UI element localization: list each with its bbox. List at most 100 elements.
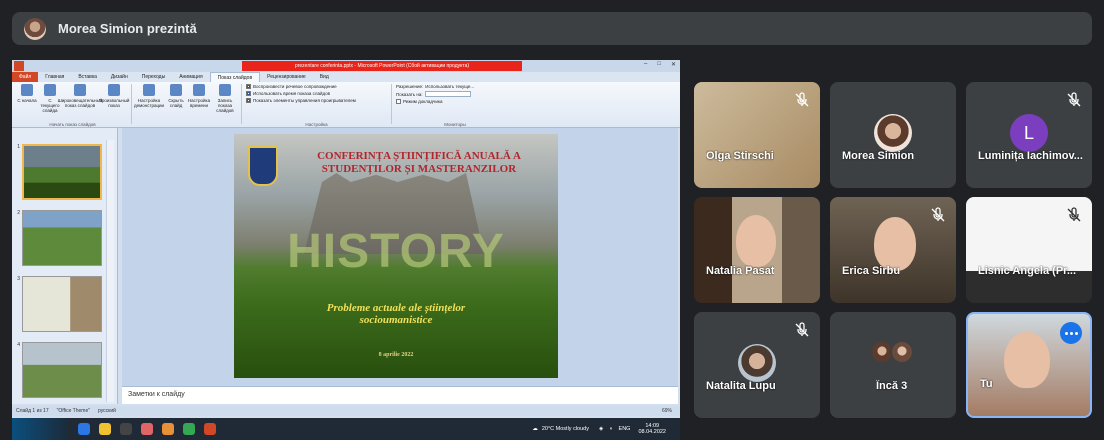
slide-date: 8 aprilie 2022 <box>378 352 414 358</box>
setup-show-button[interactable]: Настройка демонстрации <box>134 84 164 124</box>
checkbox-icon <box>246 84 251 89</box>
slide-thumbnail[interactable]: 1 <box>12 144 117 204</box>
search-box[interactable] <box>12 418 68 440</box>
participant-tile[interactable]: Erica Sirbu <box>830 197 956 303</box>
thumb-image <box>22 144 102 200</box>
slides-scrollbar[interactable] <box>106 140 114 402</box>
pp-ribbon-tabs: Файл Главная Вставка Дизайн Переходы Ани… <box>12 72 680 82</box>
close-icon[interactable]: ✕ <box>110 130 114 136</box>
tray-lang[interactable]: ENG <box>619 426 631 432</box>
participant-name: Natalia Pasat <box>706 265 775 277</box>
avatar <box>738 344 776 382</box>
tab-review[interactable]: Рецензирование <box>260 74 313 80</box>
slide-title: CONFERINȚA ȘTIINȚIFICĂ ANUALĂ A STUDENȚI… <box>317 150 521 175</box>
hide-slide-button[interactable]: Скрыть слайд <box>166 84 186 124</box>
powerpoint-icon[interactable] <box>204 423 216 435</box>
participant-face <box>874 217 916 271</box>
tab-design[interactable]: Дизайн <box>104 74 135 80</box>
volume-icon[interactable]: ◖ <box>609 426 612 432</box>
store-icon[interactable] <box>120 423 132 435</box>
pp-titlebar: prezentare conferinta.pptx - Microsoft P… <box>12 60 680 72</box>
zoom-level[interactable]: 69% <box>662 408 672 414</box>
check-narration[interactable]: Воспроизвести речевое сопровождение <box>246 84 387 89</box>
mic-off-icon <box>1067 207 1081 222</box>
participant-tile[interactable]: L Luminița Iachimov... <box>966 82 1092 188</box>
rehearse-timings-button[interactable]: Настройка времени <box>188 84 210 124</box>
from-beginning-button[interactable]: С начала <box>17 84 37 124</box>
thumb-image <box>22 276 102 332</box>
participant-tile[interactable]: Morea Simion <box>830 82 956 188</box>
self-tile[interactable]: Tu <box>966 312 1092 418</box>
tab-slideshow[interactable]: Показ слайдов <box>209 72 261 82</box>
folder-icon[interactable] <box>99 423 111 435</box>
checkbox-icon <box>246 98 251 103</box>
pp-ribbon: С начала С текущего слайда Широковещател… <box>12 82 680 128</box>
mic-off-icon <box>931 207 945 222</box>
notes-pane[interactable]: Заметки к слайду <box>122 386 678 404</box>
tab-view[interactable]: Вид <box>313 74 336 80</box>
slide-big-word: HISTORY <box>287 225 505 278</box>
participant-name: Erica Sirbu <box>842 265 901 277</box>
mic-off-icon <box>795 322 809 337</box>
status-slide: Слайд 1 из 17 <box>16 408 49 414</box>
custom-show-icon <box>108 84 120 96</box>
slide-thumbnail[interactable]: 2 <box>12 210 117 270</box>
participant-face <box>1004 332 1050 388</box>
check-presenter-view[interactable]: Режим докладчика <box>396 99 514 104</box>
clock[interactable]: 14:09 08.04.2022 <box>638 423 666 435</box>
tab-file[interactable]: Файл <box>12 72 39 82</box>
window-controls[interactable]: – □ ✕ <box>644 61 676 68</box>
close-icon[interactable]: ✕ <box>671 61 676 68</box>
participant-tile[interactable]: Natalita Lupu <box>694 312 820 418</box>
presenter-bar: Morea Simion prezintă <box>12 12 1092 45</box>
slides-panel-tabs: Слайды Структура ✕ <box>12 128 117 138</box>
mic-off-icon <box>795 92 809 107</box>
network-icon[interactable]: ◈ <box>599 426 603 432</box>
slide-canvas[interactable]: CONFERINȚA ȘTIINȚIFICĂ ANUALĂ A STUDENȚI… <box>234 134 558 378</box>
participant-name: Olga Stirschi <box>706 150 774 162</box>
status-lang: русский <box>98 408 116 414</box>
weather-widget[interactable]: ☁ 20°C Mostly cloudy <box>532 426 589 432</box>
firefox-icon[interactable] <box>162 423 174 435</box>
record-show-button[interactable]: Запись показа слайдов <box>212 84 238 124</box>
tab-transitions[interactable]: Переходы <box>135 74 172 80</box>
tab-slides[interactable]: Слайды <box>16 130 35 136</box>
speaking-indicator-icon <box>1060 322 1082 344</box>
maximize-icon[interactable]: □ <box>657 61 661 68</box>
slide-thumbnail[interactable]: 3 <box>12 276 117 336</box>
minimize-icon[interactable]: – <box>644 61 647 68</box>
tab-home[interactable]: Главная <box>38 74 71 80</box>
pp-window-title: prezentare conferinta.pptx - Microsoft P… <box>242 61 522 71</box>
show-on-select[interactable]: Показать на: <box>396 91 514 97</box>
participant-name: Morea Simion <box>842 150 915 162</box>
chrome-icon[interactable] <box>183 423 195 435</box>
slide-subtitle: Probleme actuale ale științelor sociouma… <box>326 302 466 326</box>
check-media-controls[interactable]: Показать элементы управления проигрывате… <box>246 98 387 103</box>
tab-outline[interactable]: Структура <box>41 130 65 136</box>
group-label: Настройка <box>305 122 328 127</box>
slideshow-icon <box>44 84 56 96</box>
slide-thumbnail[interactable]: 4 <box>12 342 117 402</box>
edge-icon[interactable] <box>78 423 90 435</box>
thumb-image <box>22 210 102 266</box>
opera-icon[interactable] <box>141 423 153 435</box>
check-timings[interactable]: Использовать время показа слайдов <box>246 91 387 96</box>
custom-show-button[interactable]: Произвольный показ <box>99 84 129 124</box>
participant-tile[interactable]: Natalia Pasat <box>694 197 820 303</box>
tab-animation[interactable]: Анимация <box>172 74 209 80</box>
broadcast-button[interactable]: Широковещательный показ слайдов <box>58 84 102 124</box>
tab-insert[interactable]: Вставка <box>71 74 104 80</box>
broadcast-icon <box>74 84 86 96</box>
checkbox-icon <box>246 91 251 96</box>
participant-tile[interactable]: Lisnic Angela (Pr... <box>966 197 1092 303</box>
record-icon <box>219 84 231 96</box>
group-label: Мониторы <box>444 122 466 127</box>
more-participants-tile[interactable]: Încă 3 <box>830 312 956 418</box>
resolution-select[interactable]: Разрешение: Использовать текуще... <box>396 84 514 89</box>
presenter-avatar <box>24 17 46 40</box>
participant-tile[interactable]: Olga Stirschi <box>694 82 820 188</box>
avatar: L <box>1010 114 1048 152</box>
participant-name: Lisnic Angela (Pr... <box>978 265 1077 277</box>
meet-window: Morea Simion prezintă prezentare conferi… <box>0 0 1104 440</box>
shared-screen: prezentare conferinta.pptx - Microsoft P… <box>12 60 680 440</box>
